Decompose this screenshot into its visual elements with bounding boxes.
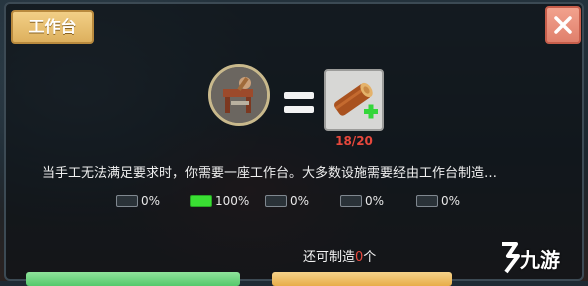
close-icon <box>554 16 572 34</box>
wood-log-icon <box>334 82 378 119</box>
progress-label: 0% <box>441 194 461 208</box>
progress-label: 0% <box>290 194 310 208</box>
progress-box <box>265 195 287 207</box>
craft-all-button[interactable] <box>272 272 452 286</box>
progress-slot-5: 0% <box>416 194 460 208</box>
recipe-description: 当手工无法满足要求时，你需要一座工作台。大多数设施需要经由工作台制造… <box>42 166 498 181</box>
ingredient-slot[interactable] <box>208 64 270 126</box>
crafting-bench-icon <box>211 67 267 123</box>
progress-label: 0% <box>365 194 385 208</box>
close-button[interactable] <box>545 6 581 44</box>
progress-slot-4: 0% <box>340 194 384 208</box>
add-icon <box>364 104 378 119</box>
progress-slot-1: 0% <box>116 194 160 208</box>
progress-box <box>416 195 438 207</box>
remaining-craft-count: 还可制造0个 <box>303 250 377 265</box>
progress-box <box>116 195 138 207</box>
progress-label: 0% <box>141 194 161 208</box>
progress-label: 100% <box>215 194 250 208</box>
window-title-tab: 工作台 <box>11 10 94 44</box>
progress-slot-3: 0% <box>265 194 309 208</box>
watermark: 九游 <box>520 248 560 272</box>
progress-box <box>190 195 212 207</box>
craft-button[interactable] <box>26 272 240 286</box>
product-count: 18/20 <box>335 134 373 148</box>
product-slot[interactable] <box>324 69 384 131</box>
progress-slot-2: 100% <box>190 194 249 208</box>
equals-sign <box>284 92 314 120</box>
progress-box <box>340 195 362 207</box>
